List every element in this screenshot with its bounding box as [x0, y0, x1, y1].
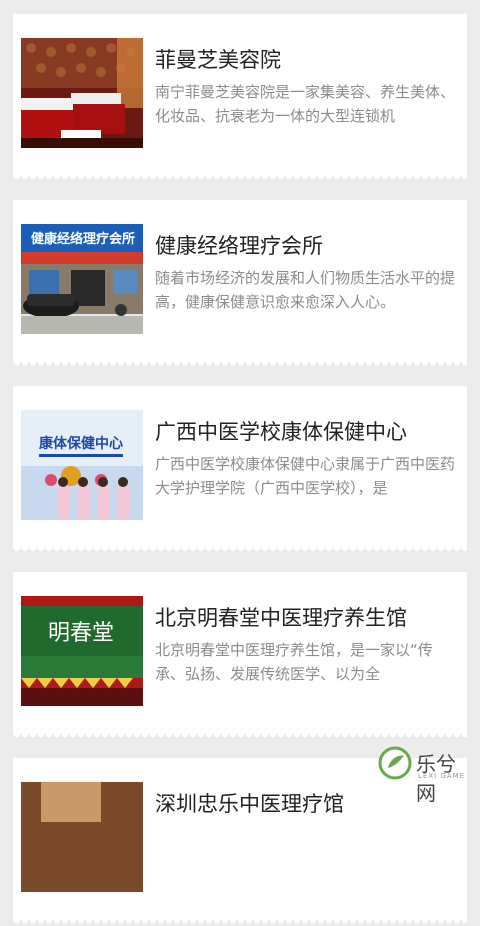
- item-title: 深圳忠乐中医理疗馆: [155, 792, 344, 816]
- list-item[interactable]: 康体保健中心 广西中医学校康体保健中心 广西中医学校康体保健中心隶属于广西中医药…: [13, 386, 467, 554]
- item-thumbnail: 明春堂: [21, 596, 143, 706]
- item-thumbnail: 健康经络理疗会所: [21, 224, 143, 334]
- list-item[interactable]: 明春堂 北京明春堂中医理疗养生馆 北京明春堂中医理疗养生馆，是一家以“传承、弘扬…: [13, 572, 467, 740]
- list-item[interactable]: 健康经络理疗会所 健康经络理疗会所 随着市场经济的发展和人们物质生活水平的提高，…: [13, 200, 467, 368]
- item-description: 北京明春堂中医理疗养生馆，是一家以“传承、弘扬、发展传统医学、以为全: [155, 641, 433, 683]
- watermark-subtext: LEXI GAME: [418, 772, 466, 780]
- storefront-sign-text: 康体保健中心: [39, 435, 123, 452]
- item-title: 菲曼芝美容院: [155, 48, 281, 72]
- list-item[interactable]: 菲曼芝美容院 南宁菲曼芝美容院是一家集美容、养生美体、化妆品、抗衰老为一体的大型…: [13, 14, 467, 182]
- item-thumbnail: [21, 38, 143, 148]
- item-description: 广西中医学校康体保健中心隶属于广西中医药大学护理学院（广西中医学校），是: [155, 455, 455, 497]
- item-description: 随着市场经济的发展和人们物质生活水平的提高，健康保健意识愈来愈深入人心。: [155, 269, 455, 311]
- item-title: 广西中医学校康体保健中心: [155, 420, 407, 444]
- item-title: 北京明春堂中医理疗养生馆: [155, 606, 407, 630]
- item-description: 南宁菲曼芝美容院是一家集美容、养生美体、化妆品、抗衰老为一体的大型连锁机: [155, 83, 455, 125]
- item-thumbnail: [21, 782, 143, 892]
- item-title: 健康经络理疗会所: [155, 234, 323, 258]
- storefront-sign-text: 明春堂: [48, 621, 114, 646]
- storefront-sign-text: 健康经络理疗会所: [31, 231, 135, 247]
- watermark-logo-icon: [378, 746, 412, 780]
- item-thumbnail: 康体保健中心: [21, 410, 143, 520]
- site-watermark: 乐兮网 LEXI GAME: [378, 744, 474, 805]
